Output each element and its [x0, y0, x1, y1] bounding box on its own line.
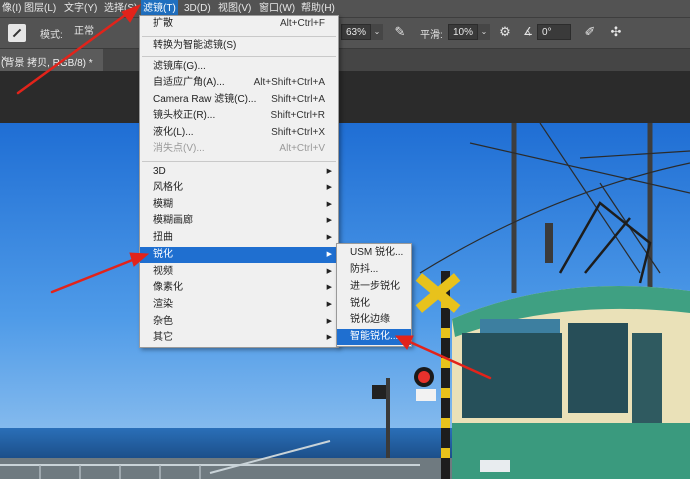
menu-item-noise[interactable]: 杂色 ▶ — [140, 314, 338, 330]
angle-field[interactable]: 0° — [537, 24, 571, 40]
menu-layer[interactable]: 图层(L) — [22, 0, 58, 17]
smooth-field[interactable]: 10% — [448, 24, 478, 40]
menu-item-blur-gallery[interactable]: 模糊画廊 ▶ — [140, 213, 338, 229]
menu-separator — [142, 36, 336, 37]
angle-icon: ∡ — [523, 26, 533, 38]
menu-item-diffuse[interactable]: 扩散 Alt+Ctrl+F — [140, 16, 338, 32]
submenu-item-sharpen-more[interactable]: 进一步锐化 — [337, 279, 411, 295]
menu-item-video[interactable]: 视频 ▶ — [140, 264, 338, 280]
menu-select[interactable]: 选择(S) — [102, 0, 139, 17]
menu-item-3d[interactable]: 3D ▶ — [140, 164, 338, 180]
symmetry-icon[interactable]: ✣ — [608, 24, 624, 40]
mode-select[interactable]: 正常 — [70, 24, 130, 40]
menu-item-other[interactable]: 其它 ▶ — [140, 330, 338, 346]
filter-menu: 扩散 Alt+Ctrl+F 转换为智能滤镜(S) 滤镜库(G)... 自适应广角(… — [139, 15, 339, 348]
gear-icon[interactable]: ⚙ — [497, 24, 513, 40]
options-bar: 模式: 正常 63% ⌄ ✎ 平滑: 10% ⌄ ⚙ ∡ 0° ✐ ✣ — [0, 18, 690, 49]
sharpen-submenu: USM 锐化... 防抖... 进一步锐化 锐化 锐化边缘 智能锐化... — [336, 243, 412, 347]
canvas-pasteboard — [0, 71, 690, 123]
close-icon[interactable]: × — [1, 54, 7, 65]
menu-item-vanishing-point: 消失点(V)... Alt+Ctrl+V — [153, 143, 325, 154]
menu-item-blur[interactable]: 模糊 ▶ — [140, 197, 338, 213]
submenu-item-sharpen-edges[interactable]: 锐化边缘 — [337, 312, 411, 328]
menu-item-sharpen[interactable]: 锐化 ▶ — [140, 247, 338, 263]
submenu-item-sharpen[interactable]: 锐化 — [337, 296, 411, 312]
submenu-item-shake-reduction[interactable]: 防抖... — [337, 262, 411, 278]
menu-separator — [142, 56, 336, 57]
menu-item-distort[interactable]: 扭曲 ▶ — [140, 230, 338, 246]
submenu-item-unsharp-mask[interactable]: USM 锐化... — [337, 245, 411, 261]
menu-item-pixelate[interactable]: 像素化 ▶ — [140, 280, 338, 296]
strength-field[interactable]: 63% — [341, 24, 371, 40]
menu-item-camera-raw[interactable]: Camera Raw 滤镜(C)... Shift+Ctrl+A — [140, 92, 338, 108]
menu-type[interactable]: 文字(Y) — [62, 0, 99, 17]
menu-image[interactable]: 像(I) — [0, 0, 23, 17]
brush-tool-icon[interactable] — [8, 24, 26, 42]
mode-label: 模式: — [40, 30, 63, 41]
menu-separator — [142, 161, 336, 162]
menu-item-liquify[interactable]: 液化(L)... Shift+Ctrl+X — [140, 125, 338, 141]
menu-item-filter-gallery[interactable]: 滤镜库(G)... — [140, 59, 338, 75]
menu-item-stylize[interactable]: 风格化 ▶ — [140, 180, 338, 196]
document-tab-bar: (背景 拷贝, RGB/8) * × — [0, 49, 690, 71]
document-title: (背景 拷贝, RGB/8) * — [1, 58, 93, 69]
submenu-item-smart-sharpen[interactable]: 智能锐化... — [337, 329, 411, 345]
menu-item-render[interactable]: 渲染 ▶ — [140, 297, 338, 313]
smooth-dropdown[interactable]: ⌄ — [478, 24, 490, 40]
strength-dropdown[interactable]: ⌄ — [371, 24, 383, 40]
menu-item-adaptive-wide-angle[interactable]: 自适应广角(A)... Alt+Shift+Ctrl+A — [140, 75, 338, 91]
menu-item-convert-smart-filter[interactable]: 转换为智能滤镜(S) — [140, 38, 338, 54]
pressure-icon[interactable]: ✐ — [582, 24, 598, 40]
menu-item-lens-correction[interactable]: 镜头校正(R)... Shift+Ctrl+R — [140, 108, 338, 124]
smooth-label: 平滑: — [420, 30, 443, 41]
document-tab[interactable]: (背景 拷贝, RGB/8) * × — [0, 49, 103, 71]
menu-bar: 像(I) 图层(L) 文字(Y) 选择(S) 滤镜(T) 3D(D) 视图(V)… — [0, 0, 690, 18]
airbrush-icon[interactable]: ✎ — [392, 24, 408, 40]
